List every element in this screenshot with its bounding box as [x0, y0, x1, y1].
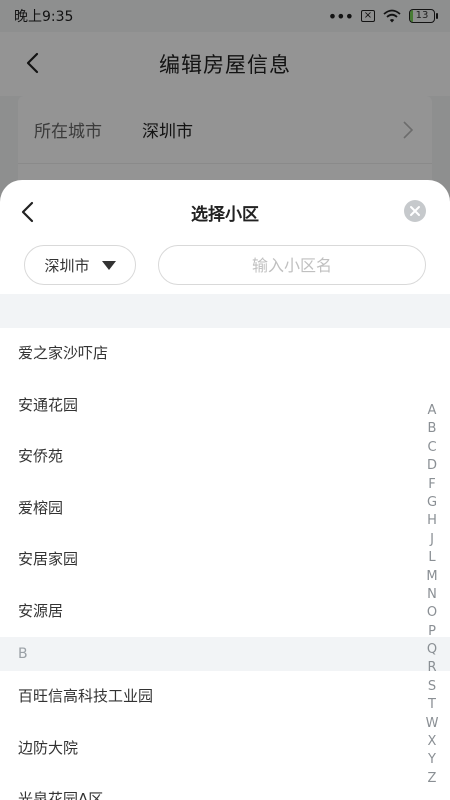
list-item[interactable]: 光泉花园A区 — [0, 774, 450, 800]
community-search-input[interactable] — [158, 245, 426, 285]
index-letter-h[interactable]: H — [427, 512, 437, 530]
list-item[interactable]: 百旺信高科技工业园 — [0, 671, 450, 723]
index-letter-o[interactable]: O — [427, 604, 437, 622]
index-letter-y[interactable]: Y — [428, 751, 436, 769]
index-letter-b[interactable]: B — [428, 420, 437, 438]
index-letter-m[interactable]: M — [426, 568, 437, 586]
index-letter-p[interactable]: P — [428, 623, 436, 641]
select-community-sheet: 选择小区 深圳市 爱之家沙吓店 安通花园 安侨苑 爱榕园 安居家园 安源居 B … — [0, 180, 450, 800]
sheet-back-icon[interactable] — [18, 200, 38, 224]
index-letter-x[interactable]: X — [428, 733, 437, 751]
list-item[interactable]: 安通花园 — [0, 380, 450, 432]
city-select-dropdown[interactable]: 深圳市 — [24, 245, 136, 285]
list-item[interactable]: 安侨苑 — [0, 431, 450, 483]
index-letter-w[interactable]: W — [426, 715, 439, 733]
index-letter-s[interactable]: S — [428, 678, 436, 696]
section-header — [0, 294, 450, 328]
index-letter-c[interactable]: C — [427, 439, 436, 457]
close-icon[interactable] — [404, 200, 426, 222]
city-select-value: 深圳市 — [44, 256, 90, 275]
index-letter-r[interactable]: R — [427, 659, 436, 677]
filter-controls: 深圳市 — [0, 242, 450, 288]
index-letter-t[interactable]: T — [428, 696, 436, 714]
index-letter-d[interactable]: D — [427, 457, 437, 475]
index-letter-z[interactable]: Z — [428, 770, 437, 788]
index-letter-n[interactable]: N — [427, 586, 437, 604]
sheet-header: 选择小区 — [0, 180, 450, 244]
index-letter-l[interactable]: L — [428, 549, 435, 567]
list-item[interactable]: 爱之家沙吓店 — [0, 328, 450, 380]
index-letter-a[interactable]: A — [428, 402, 437, 420]
alphabet-index-bar[interactable]: ABCDFGHJLMNOPQRSTWXYZ — [426, 402, 439, 788]
sheet-title: 选择小区 — [191, 204, 259, 225]
index-letter-j[interactable]: J — [430, 531, 434, 549]
list-item[interactable]: 安源居 — [0, 586, 450, 638]
list-item[interactable]: 爱榕园 — [0, 483, 450, 535]
index-letter-g[interactable]: G — [427, 494, 437, 512]
battery-percent: 13 — [415, 10, 429, 21]
caret-down-icon — [101, 260, 116, 270]
index-letter-f[interactable]: F — [428, 476, 435, 494]
community-list: 爱之家沙吓店 安通花园 安侨苑 爱榕园 安居家园 安源居 B 百旺信高科技工业园… — [0, 294, 450, 800]
list-item[interactable]: 安居家园 — [0, 534, 450, 586]
list-item[interactable]: 边防大院 — [0, 723, 450, 775]
section-header: B — [0, 637, 450, 671]
index-letter-q[interactable]: Q — [427, 641, 437, 659]
